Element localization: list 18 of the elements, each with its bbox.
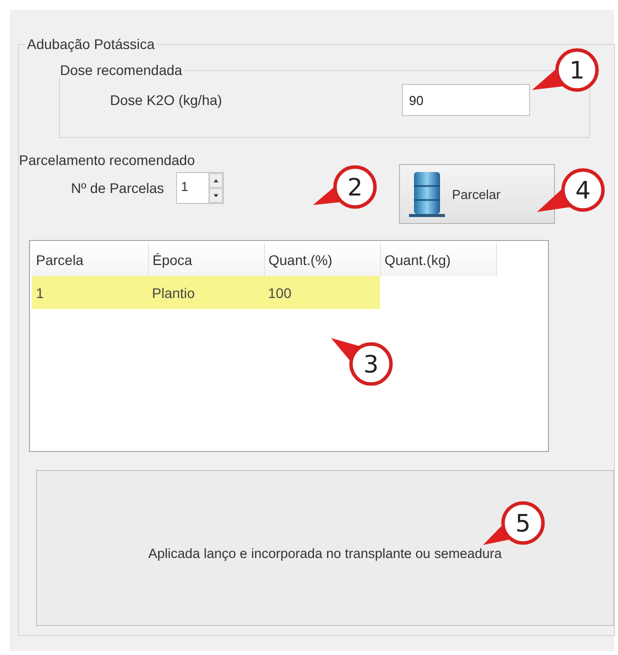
table-cell: Plantio [148,276,264,309]
table-cell: 1 [32,276,148,309]
table-cell: 100 [264,276,380,309]
parcelar-button[interactable]: Parcelar [399,164,555,224]
field-label: Nº de Parcelas [71,180,164,196]
field-label: Dose K2O (kg/ha) [110,92,224,108]
column-header[interactable]: Parcela [32,243,148,276]
dose-field[interactable]: 90 [402,84,530,116]
database-icon [408,170,446,218]
column-header[interactable]: Quant.(kg) [380,243,496,276]
section-label: Parcelamento recomendado [19,152,196,168]
column-header[interactable]: Época [148,243,264,276]
group-title: Adubação Potássica [26,36,156,52]
group-title: Dose recomendada [59,62,184,78]
table-row[interactable]: 1 Plantio 100 [32,276,496,309]
column-header[interactable]: Quant.(%) [264,243,380,276]
spin-field[interactable]: 1 [176,172,224,204]
note-text: Aplicada lanço e incorporada no transplante ou semeadura [148,546,502,560]
